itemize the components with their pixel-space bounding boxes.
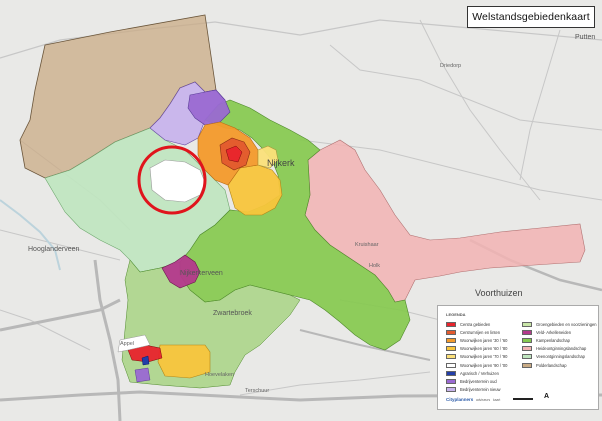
area-hoevelaken-woonwijken (157, 344, 211, 379)
legend-swatch (522, 337, 532, 343)
legend-label: Groengebieden en voorzieningen (536, 321, 597, 327)
legend-label: Veenontginningslandschap (536, 354, 585, 360)
legend-item: Centrumrijen en linten (446, 328, 507, 336)
legend-swatch (446, 329, 456, 335)
legend-swatch (446, 362, 456, 368)
scale-bar (513, 398, 533, 400)
welstand-map: Welstandsgebiedenkaart Nijkerk Putten Ho… (0, 0, 602, 421)
legend-item: Kampenlandschap (522, 336, 597, 344)
legend-column-left: Centra gebieden Centrumrijen en linten W… (446, 320, 507, 394)
legend-label: Woonwijken jaren '90 / '00 (460, 362, 508, 368)
legend-item: Centra gebieden (446, 320, 507, 328)
place-hoevelaken: Hoevelaken (205, 372, 235, 378)
legend-item: Heideontginningslandschap (522, 345, 597, 353)
legend-swatch (446, 370, 456, 376)
legend-swatch (522, 354, 532, 360)
legend-item: Bedrijventerrein nieuw (446, 386, 507, 394)
legend-column-right: Groengebieden en voorzieningen Veld- Ark… (522, 320, 597, 369)
place-nijkerkerveen: Nijkerkerveen (180, 270, 223, 277)
legend-item: Woonwijken jaren '90 / '00 (446, 361, 507, 369)
legend-swatch (446, 337, 456, 343)
legend-swatch (446, 378, 456, 384)
legend-item: Woonwijken jaren '30 / '60 (446, 336, 507, 344)
legend-label: Woonwijken jaren '60 / '80 (460, 346, 508, 352)
legend-swatch (522, 321, 532, 327)
legend-item: Woonwijken jaren '60 / '80 (446, 345, 507, 353)
place-terschuur: Terschuur (245, 388, 270, 394)
legend-item: Woonwijken jaren '70 / '90 (446, 353, 507, 361)
north-arrow-icon: A (544, 393, 550, 400)
legend-swatch (446, 346, 456, 352)
legend-label: Veld- Arkelleneiden (536, 329, 572, 335)
legend-label: Woonwijken jaren '70 / '90 (460, 354, 508, 360)
legend-label: Heideontginningslandschap (536, 346, 587, 352)
legend-swatch (446, 354, 456, 360)
map-legend: LEGENDA Centra gebieden Centrumrijen en … (437, 305, 599, 410)
legend-label: Bedrijventerrein oud (460, 378, 497, 384)
legend-credit: adviseurs (476, 398, 491, 402)
legend-swatch (522, 346, 532, 352)
place-appel: Appel (120, 341, 135, 347)
legend-label: Woonwijken jaren '30 / '60 (460, 337, 508, 343)
legend-label: Centra gebieden (460, 321, 491, 327)
legend-logo: Cityplanners (446, 397, 474, 402)
legend-heading: LEGENDA (446, 312, 466, 317)
legend-item: Veld- Arkelleneiden (522, 328, 597, 336)
legend-label: Kampenlandschap (536, 337, 570, 343)
legend-swatch (522, 329, 532, 335)
legend-swatch (522, 362, 532, 368)
place-holk: Holk (369, 263, 381, 269)
legend-item: Agrarisch / Verhuizen (446, 369, 507, 377)
legend-item: Groengebieden en voorzieningen (522, 320, 597, 328)
legend-item: Polderlandschap (522, 361, 597, 369)
legend-label: Agrarisch / Verhuizen (460, 370, 499, 376)
map-title: Welstandsgebiedenkaart (467, 6, 595, 28)
legend-label: Polderlandschap (536, 362, 567, 368)
legend-item: Bedrijventerrein oud (446, 377, 507, 385)
legend-label: Bedrijventerrein nieuw (460, 387, 501, 393)
legend-swatch (446, 321, 456, 327)
place-driedorp: Driedorp (440, 63, 462, 69)
area-hoevelaken-bedrijf (134, 367, 151, 383)
place-putten: Putten (575, 34, 596, 41)
place-hooglanderveen: Hooglanderveen (28, 246, 80, 253)
legend-label: Centrumrijen en linten (460, 329, 501, 335)
place-voorthuizen: Voorthuizen (475, 288, 523, 298)
legend-swatch (446, 387, 456, 393)
legend-credit: kaart (493, 398, 501, 402)
place-zwartebroek: Zwartebroek (213, 310, 252, 317)
place-nijkerk: Nijkerk (267, 158, 295, 168)
legend-item: Veenontginningslandschap (522, 353, 597, 361)
place-kruishaar: Kruishaar (355, 242, 379, 248)
